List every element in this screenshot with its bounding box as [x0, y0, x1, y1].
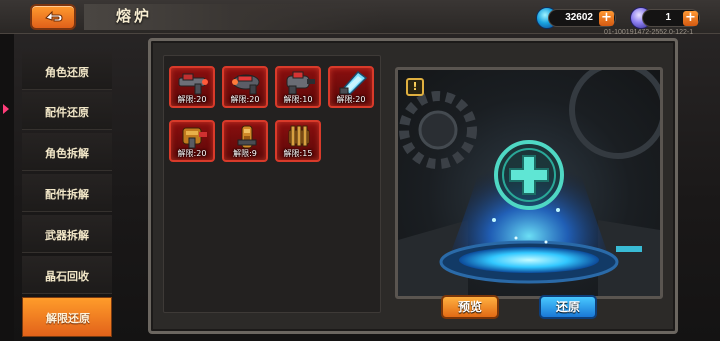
back-button[interactable] — [30, 4, 76, 30]
server-id: 01-100191472-2552.0-122-1 — [604, 29, 694, 36]
sidebar-item-label: 解限还原 — [46, 312, 90, 325]
sidebar-item-label: 角色拆解 — [45, 147, 89, 160]
sidebar-item-role-restore[interactable]: 角色还原 — [22, 52, 112, 90]
orb-amount: 1 — [665, 12, 671, 23]
slot-label: 解限:9 — [233, 149, 257, 158]
plus-icon[interactable] — [492, 138, 566, 212]
gem-amount: 32602 — [565, 12, 593, 23]
gem-counter: 32602 + — [548, 9, 616, 27]
expand-arrow-icon[interactable] — [3, 104, 9, 114]
warning-icon[interactable]: ! — [406, 78, 424, 96]
sidebar-item-label: 配件还原 — [45, 106, 89, 119]
crystal-gun-icon — [339, 70, 368, 95]
inventory-slot[interactable]: 解限:20 — [222, 66, 268, 108]
main-frame: 解限:20 解限:20 解限:10 解限:20 解限:20 解限:9 解限:15… — [148, 38, 678, 334]
gatling-icon — [288, 125, 310, 147]
furnace-screen: 熔炉 32602 + 1 + 01-100191472-2552.0-122-1… — [0, 0, 720, 341]
slot-label: 解限:20 — [177, 149, 207, 158]
add-gem-button[interactable]: + — [599, 11, 614, 26]
left-edge-strip — [0, 34, 14, 341]
sidebar-item-limit-restore[interactable]: 解限还原 — [22, 297, 112, 337]
orb-counter: 1 + — [642, 9, 700, 27]
sidebar-item-label: 角色还原 — [45, 66, 89, 79]
inventory-slot[interactable]: 解限:20 — [169, 66, 215, 108]
sidebar-item-label: 晶石回收 — [45, 270, 89, 283]
shotgun-icon — [182, 127, 207, 149]
sidebar-item-label: 配件拆解 — [45, 188, 89, 201]
slot-label: 解限:20 — [230, 95, 260, 104]
inventory-slot[interactable]: 解限:10 — [275, 66, 321, 108]
sidebar-item-weapon-dismantle[interactable]: 武器拆解 — [22, 215, 112, 253]
inventory-slot[interactable]: 解限:9 — [222, 120, 268, 162]
back-arrow-icon — [45, 10, 63, 22]
blaster-icon — [232, 74, 260, 95]
slot-label: 解限:20 — [177, 95, 207, 104]
restore-stage: ! — [395, 67, 663, 299]
blaster-icon — [286, 71, 315, 95]
cannon-icon — [237, 125, 257, 149]
sidebar-item-part-dismantle[interactable]: 配件拆解 — [22, 174, 112, 212]
inventory-slot[interactable]: 解限:15 — [275, 120, 321, 162]
sidebar-item-part-restore[interactable]: 配件还原 — [22, 92, 112, 130]
inventory-panel: 解限:20 解限:20 解限:10 解限:20 解限:20 解限:9 解限:15 — [163, 55, 381, 313]
inventory-slot[interactable]: 解限:20 — [169, 120, 215, 162]
sidebar: 角色还原 配件还原 角色拆解 配件拆解 武器拆解 晶石回收 解限还原 — [22, 52, 112, 341]
sidebar-item-role-dismantle[interactable]: 角色拆解 — [22, 133, 112, 171]
preview-button[interactable]: 预览 — [441, 295, 499, 319]
restore-button[interactable]: 还原 — [539, 295, 597, 319]
add-orb-button[interactable]: + — [683, 11, 698, 26]
blaster-icon — [178, 73, 208, 95]
sidebar-item-crystal-recycle[interactable]: 晶石回收 — [22, 256, 112, 294]
sidebar-item-label: 武器拆解 — [45, 229, 89, 242]
slot-label: 解限:15 — [283, 149, 313, 158]
page-title: 熔炉 — [116, 7, 153, 25]
slot-label: 解限:10 — [283, 95, 313, 104]
inventory-slot[interactable]: 解限:20 — [328, 66, 374, 108]
slot-label: 解限:20 — [336, 95, 366, 104]
